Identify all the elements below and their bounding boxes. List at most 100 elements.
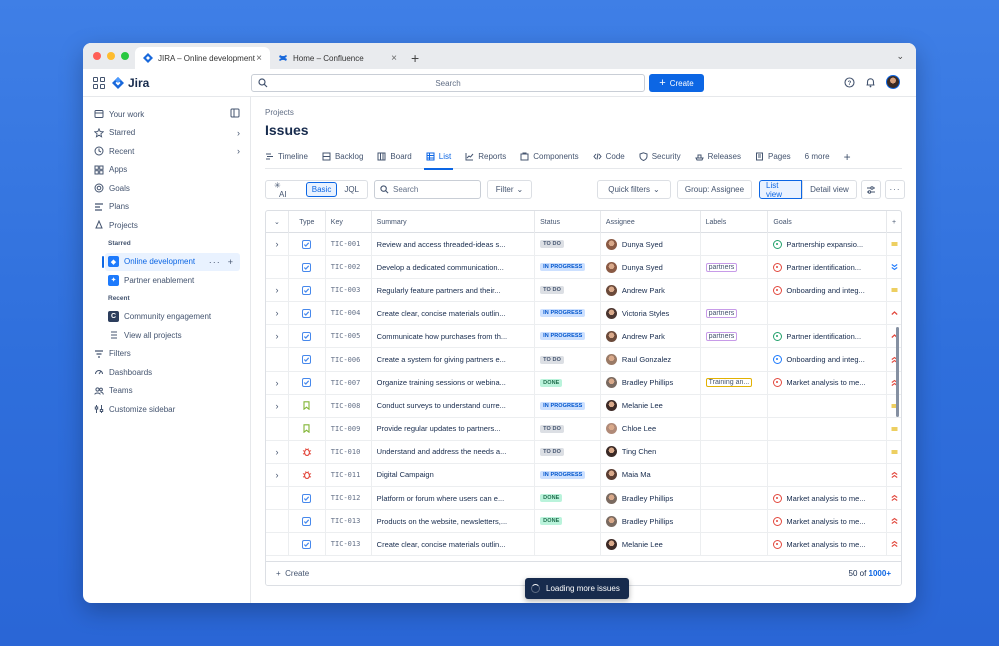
issue-summary[interactable]: Regularly feature partners and their... — [377, 286, 501, 295]
create-button[interactable]: + Create — [649, 74, 704, 92]
tab-reports[interactable]: Reports — [465, 145, 506, 169]
tab-code[interactable]: Code — [592, 145, 625, 169]
table-row[interactable]: TIC-013 Create clear, concise materials o… — [266, 533, 901, 557]
close-tab-icon[interactable]: × — [391, 53, 397, 64]
assignee-name[interactable]: Andrew Park — [622, 332, 665, 341]
tab-list[interactable]: List — [423, 145, 454, 170]
issue-summary[interactable]: Digital Campaign — [377, 470, 434, 479]
issue-label[interactable]: Training an... — [705, 378, 753, 388]
status-lozenge[interactable]: DONE — [540, 517, 563, 526]
add-column-button[interactable]: + — [887, 211, 901, 233]
issue-key[interactable]: TIC-013 — [331, 540, 361, 548]
jira-logo[interactable]: Jira — [112, 76, 149, 90]
detail-view-button[interactable]: Detail view — [802, 180, 857, 199]
table-row[interactable]: TIC-009 Provide regular updates to partne… — [266, 417, 901, 441]
expand-chevron-icon[interactable]: › — [275, 331, 278, 341]
column-header-type[interactable]: Type — [289, 211, 326, 233]
assignee-name[interactable]: Dunya Syed — [622, 263, 663, 272]
sidebar-item-filters[interactable]: Filters — [83, 345, 250, 364]
issue-search-input[interactable]: Search — [374, 180, 481, 199]
issue-summary[interactable]: Provide regular updates to partners... — [377, 424, 501, 433]
column-header-status[interactable]: Status — [535, 211, 601, 233]
count-total[interactable]: 1000+ — [869, 569, 891, 578]
expand-chevron-icon[interactable]: › — [275, 378, 278, 388]
sidebar-item-plans[interactable]: Plans — [83, 198, 250, 217]
table-row[interactable]: TIC-006 Create a system for giving partne… — [266, 348, 901, 372]
table-scrollbar[interactable] — [896, 327, 899, 417]
user-avatar[interactable] — [886, 75, 900, 89]
issue-summary[interactable]: Create clear, concise materials outlin..… — [377, 540, 506, 549]
sidebar-item-starred[interactable]: Starred › — [83, 124, 250, 143]
table-row[interactable]: TIC-012 Platform or forum where users can… — [266, 487, 901, 511]
table-row[interactable]: › TIC-003 Regularly feature partners and t… — [266, 279, 901, 303]
status-lozenge[interactable]: IN PROGRESS — [540, 470, 586, 479]
goal-link[interactable]: Onboarding and integ... — [773, 285, 865, 295]
collapse-all-chevron-icon[interactable]: ⌄ — [266, 211, 289, 233]
add-tab-button[interactable]: + — [844, 150, 851, 164]
goal-link[interactable]: Market analysis to me... — [773, 539, 866, 549]
tab-releases[interactable]: Releases — [694, 145, 741, 169]
issue-summary[interactable]: Organize training sessions or webina... — [377, 378, 506, 387]
assignee-name[interactable]: Maia Ma — [622, 470, 651, 479]
status-lozenge[interactable]: TO DO — [540, 355, 564, 364]
issue-summary[interactable]: Conduct surveys to understand curre... — [377, 401, 506, 410]
help-icon[interactable]: ? — [844, 76, 855, 88]
project-actions[interactable]: ··· + — [209, 257, 234, 267]
goal-link[interactable]: Partner identification... — [773, 262, 861, 272]
issue-key[interactable]: TIC-010 — [331, 448, 361, 456]
sidebar-project-community-engagement[interactable]: C Community engagement — [83, 308, 250, 327]
table-row[interactable]: TIC-013 Products on the website, newslett… — [266, 510, 901, 534]
global-search-input[interactable]: Search — [251, 74, 645, 92]
minimize-window-button[interactable] — [107, 52, 115, 60]
issue-key[interactable]: TIC-002 — [331, 263, 361, 271]
goal-link[interactable]: Partner identification... — [773, 331, 861, 341]
group-by-button[interactable]: Group: Assignee — [677, 180, 752, 199]
status-lozenge[interactable]: IN PROGRESS — [540, 309, 586, 318]
issue-key[interactable]: TIC-006 — [331, 356, 361, 364]
app-switcher-icon[interactable] — [93, 77, 105, 89]
assignee-name[interactable]: Bradley Phillips — [622, 494, 673, 503]
assignee-name[interactable]: Melanie Lee — [622, 540, 663, 549]
sidebar-item-recent[interactable]: Recent › — [83, 142, 250, 161]
issue-key[interactable]: TIC-005 — [331, 332, 361, 340]
issue-summary[interactable]: Review and access threaded-ideas s... — [377, 240, 506, 249]
issue-key[interactable]: TIC-003 — [331, 286, 361, 294]
status-lozenge[interactable]: IN PROGRESS — [540, 332, 586, 341]
basic-mode-button[interactable]: Basic — [305, 182, 338, 197]
column-header-key[interactable]: Key — [326, 211, 372, 233]
status-lozenge[interactable]: DONE — [540, 494, 563, 503]
close-window-button[interactable] — [93, 52, 101, 60]
tab-list-chevron-icon[interactable]: ⌄ — [896, 51, 904, 62]
table-row[interactable]: › TIC-001 Review and access threaded-ideas… — [266, 233, 901, 257]
expand-chevron-icon[interactable]: › — [275, 308, 278, 318]
issue-key[interactable]: TIC-009 — [331, 425, 361, 433]
status-lozenge[interactable]: TO DO — [540, 424, 564, 433]
table-row[interactable]: › TIC-011 Digital Campaign IN PROGRESS Maia … — [266, 463, 901, 488]
column-header-assignee[interactable]: Assignee — [601, 211, 701, 233]
assignee-name[interactable]: Dunya Syed — [622, 240, 663, 249]
view-settings-button[interactable] — [861, 180, 881, 199]
goal-link[interactable]: Market analysis to me... — [773, 516, 866, 526]
status-lozenge[interactable]: DONE — [540, 378, 563, 387]
close-tab-icon[interactable]: × — [256, 53, 262, 64]
issue-key[interactable]: TIC-007 — [331, 379, 361, 387]
sidebar-item-your-work[interactable]: Your work — [83, 105, 250, 124]
issue-summary[interactable]: Products on the website, newsletters,... — [377, 517, 507, 526]
table-row[interactable]: › TIC-005 Communicate how purchases from t… — [266, 325, 901, 349]
sidebar-item-teams[interactable]: Teams — [83, 382, 250, 401]
sidebar-project-online-development[interactable]: ◆ Online development ··· + — [102, 252, 240, 271]
status-lozenge[interactable]: TO DO — [540, 286, 564, 295]
tab-timeline[interactable]: Timeline — [265, 145, 308, 169]
assignee-name[interactable]: Andrew Park — [622, 286, 665, 295]
issue-summary[interactable]: Understand and address the needs a... — [377, 447, 507, 456]
issue-label[interactable]: partners — [705, 308, 738, 318]
sidebar-item-projects[interactable]: Projects — [83, 216, 250, 235]
sidebar-item-customize[interactable]: Customize sidebar — [83, 400, 250, 419]
issue-key[interactable]: TIC-013 — [331, 517, 361, 525]
quick-filters-dropdown[interactable]: Quick filters ⌄ — [597, 180, 671, 199]
status-lozenge[interactable]: TO DO — [540, 447, 564, 456]
assignee-name[interactable]: Victoria Styles — [622, 309, 669, 318]
goal-link[interactable]: Onboarding and integ... — [773, 355, 865, 365]
tab-pages[interactable]: Pages — [755, 145, 791, 169]
issue-summary[interactable]: Develop a dedicated communication... — [377, 263, 504, 272]
